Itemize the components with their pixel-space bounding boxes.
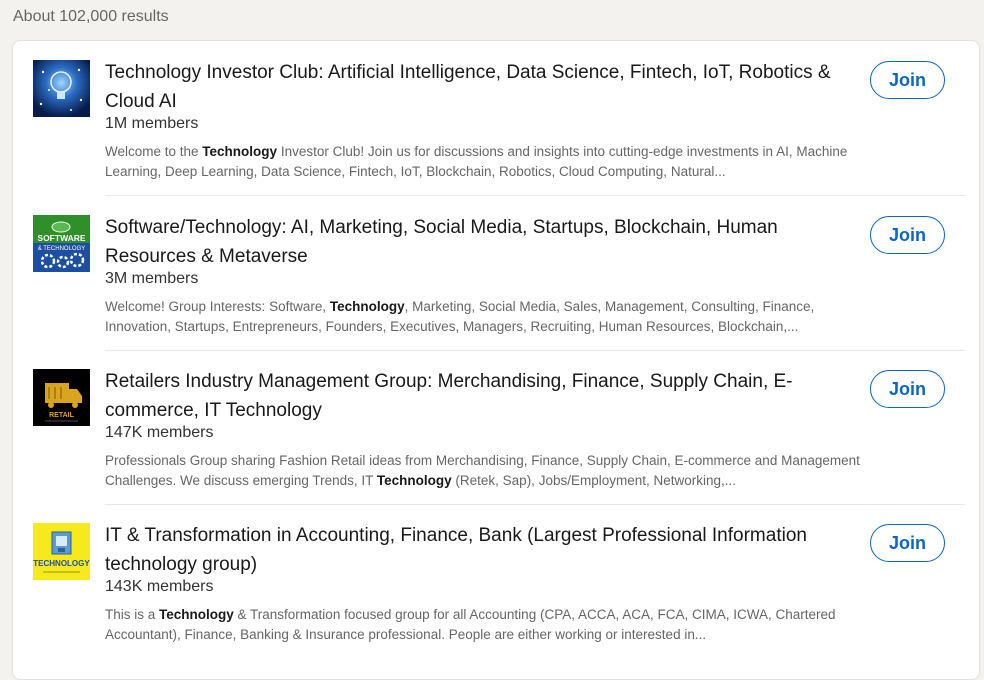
group-logo-it-transformation[interactable]: TECHNOLOGY <box>33 523 90 580</box>
search-term-highlight: Technology <box>376 472 452 488</box>
group-member-count: 143K members <box>105 578 214 595</box>
group-member-count: 1M members <box>105 115 199 132</box>
group-member-count: 147K members <box>105 424 214 441</box>
svg-text:TECHNOLOGY: TECHNOLOGY <box>33 559 90 568</box>
group-logo-retail[interactable]: RETAIL <box>33 369 90 426</box>
svg-text:RETAIL: RETAIL <box>49 412 74 419</box>
join-button[interactable]: Join <box>870 61 945 99</box>
group-title[interactable]: Technology Investor Club: Artificial Int… <box>105 58 845 116</box>
join-button[interactable]: Join <box>870 216 945 254</box>
group-description: Professionals Group sharing Fashion Reta… <box>105 453 860 488</box>
group-title[interactable]: Retailers Industry Management Group: Mer… <box>105 367 845 425</box>
group-title[interactable]: Software/Technology: AI, Marketing, Soci… <box>105 213 845 271</box>
group-result-item: SOFTWARE & TECHNOLOGY Software/Technolog… <box>13 196 981 351</box>
search-term-highlight: Technology <box>159 607 234 622</box>
svg-text:& TECHNOLOGY: & TECHNOLOGY <box>38 246 86 252</box>
group-logo-software-technology[interactable]: SOFTWARE & TECHNOLOGY <box>33 215 90 272</box>
search-results-card: Technology Investor Club: Artificial Int… <box>12 40 980 680</box>
group-member-count: 3M members <box>105 270 199 287</box>
join-button[interactable]: Join <box>870 524 945 562</box>
group-title[interactable]: IT & Transformation in Accounting, Finan… <box>105 521 845 579</box>
group-result-item: RETAIL Retailers Industry Management Gro… <box>13 350 981 505</box>
join-button[interactable]: Join <box>870 370 945 408</box>
group-result-item: Technology Investor Club: Artificial Int… <box>13 41 981 196</box>
svg-text:SOFTWARE: SOFTWARE <box>37 233 85 243</box>
search-term-highlight: Technology <box>202 144 278 159</box>
group-result-item: TECHNOLOGY IT & Transformation in Accoun… <box>13 504 981 659</box>
group-logo-technology-investor-club[interactable] <box>33 60 90 117</box>
search-term-highlight: Technology <box>329 299 405 314</box>
group-description: Welcome! Group Interests: Software, Tech… <box>105 299 815 334</box>
results-count: About 102,000 results <box>13 8 169 25</box>
group-description: Welcome to the Technology Investor Club!… <box>105 144 848 179</box>
group-description: This is a Technology & Transformation fo… <box>105 607 836 642</box>
